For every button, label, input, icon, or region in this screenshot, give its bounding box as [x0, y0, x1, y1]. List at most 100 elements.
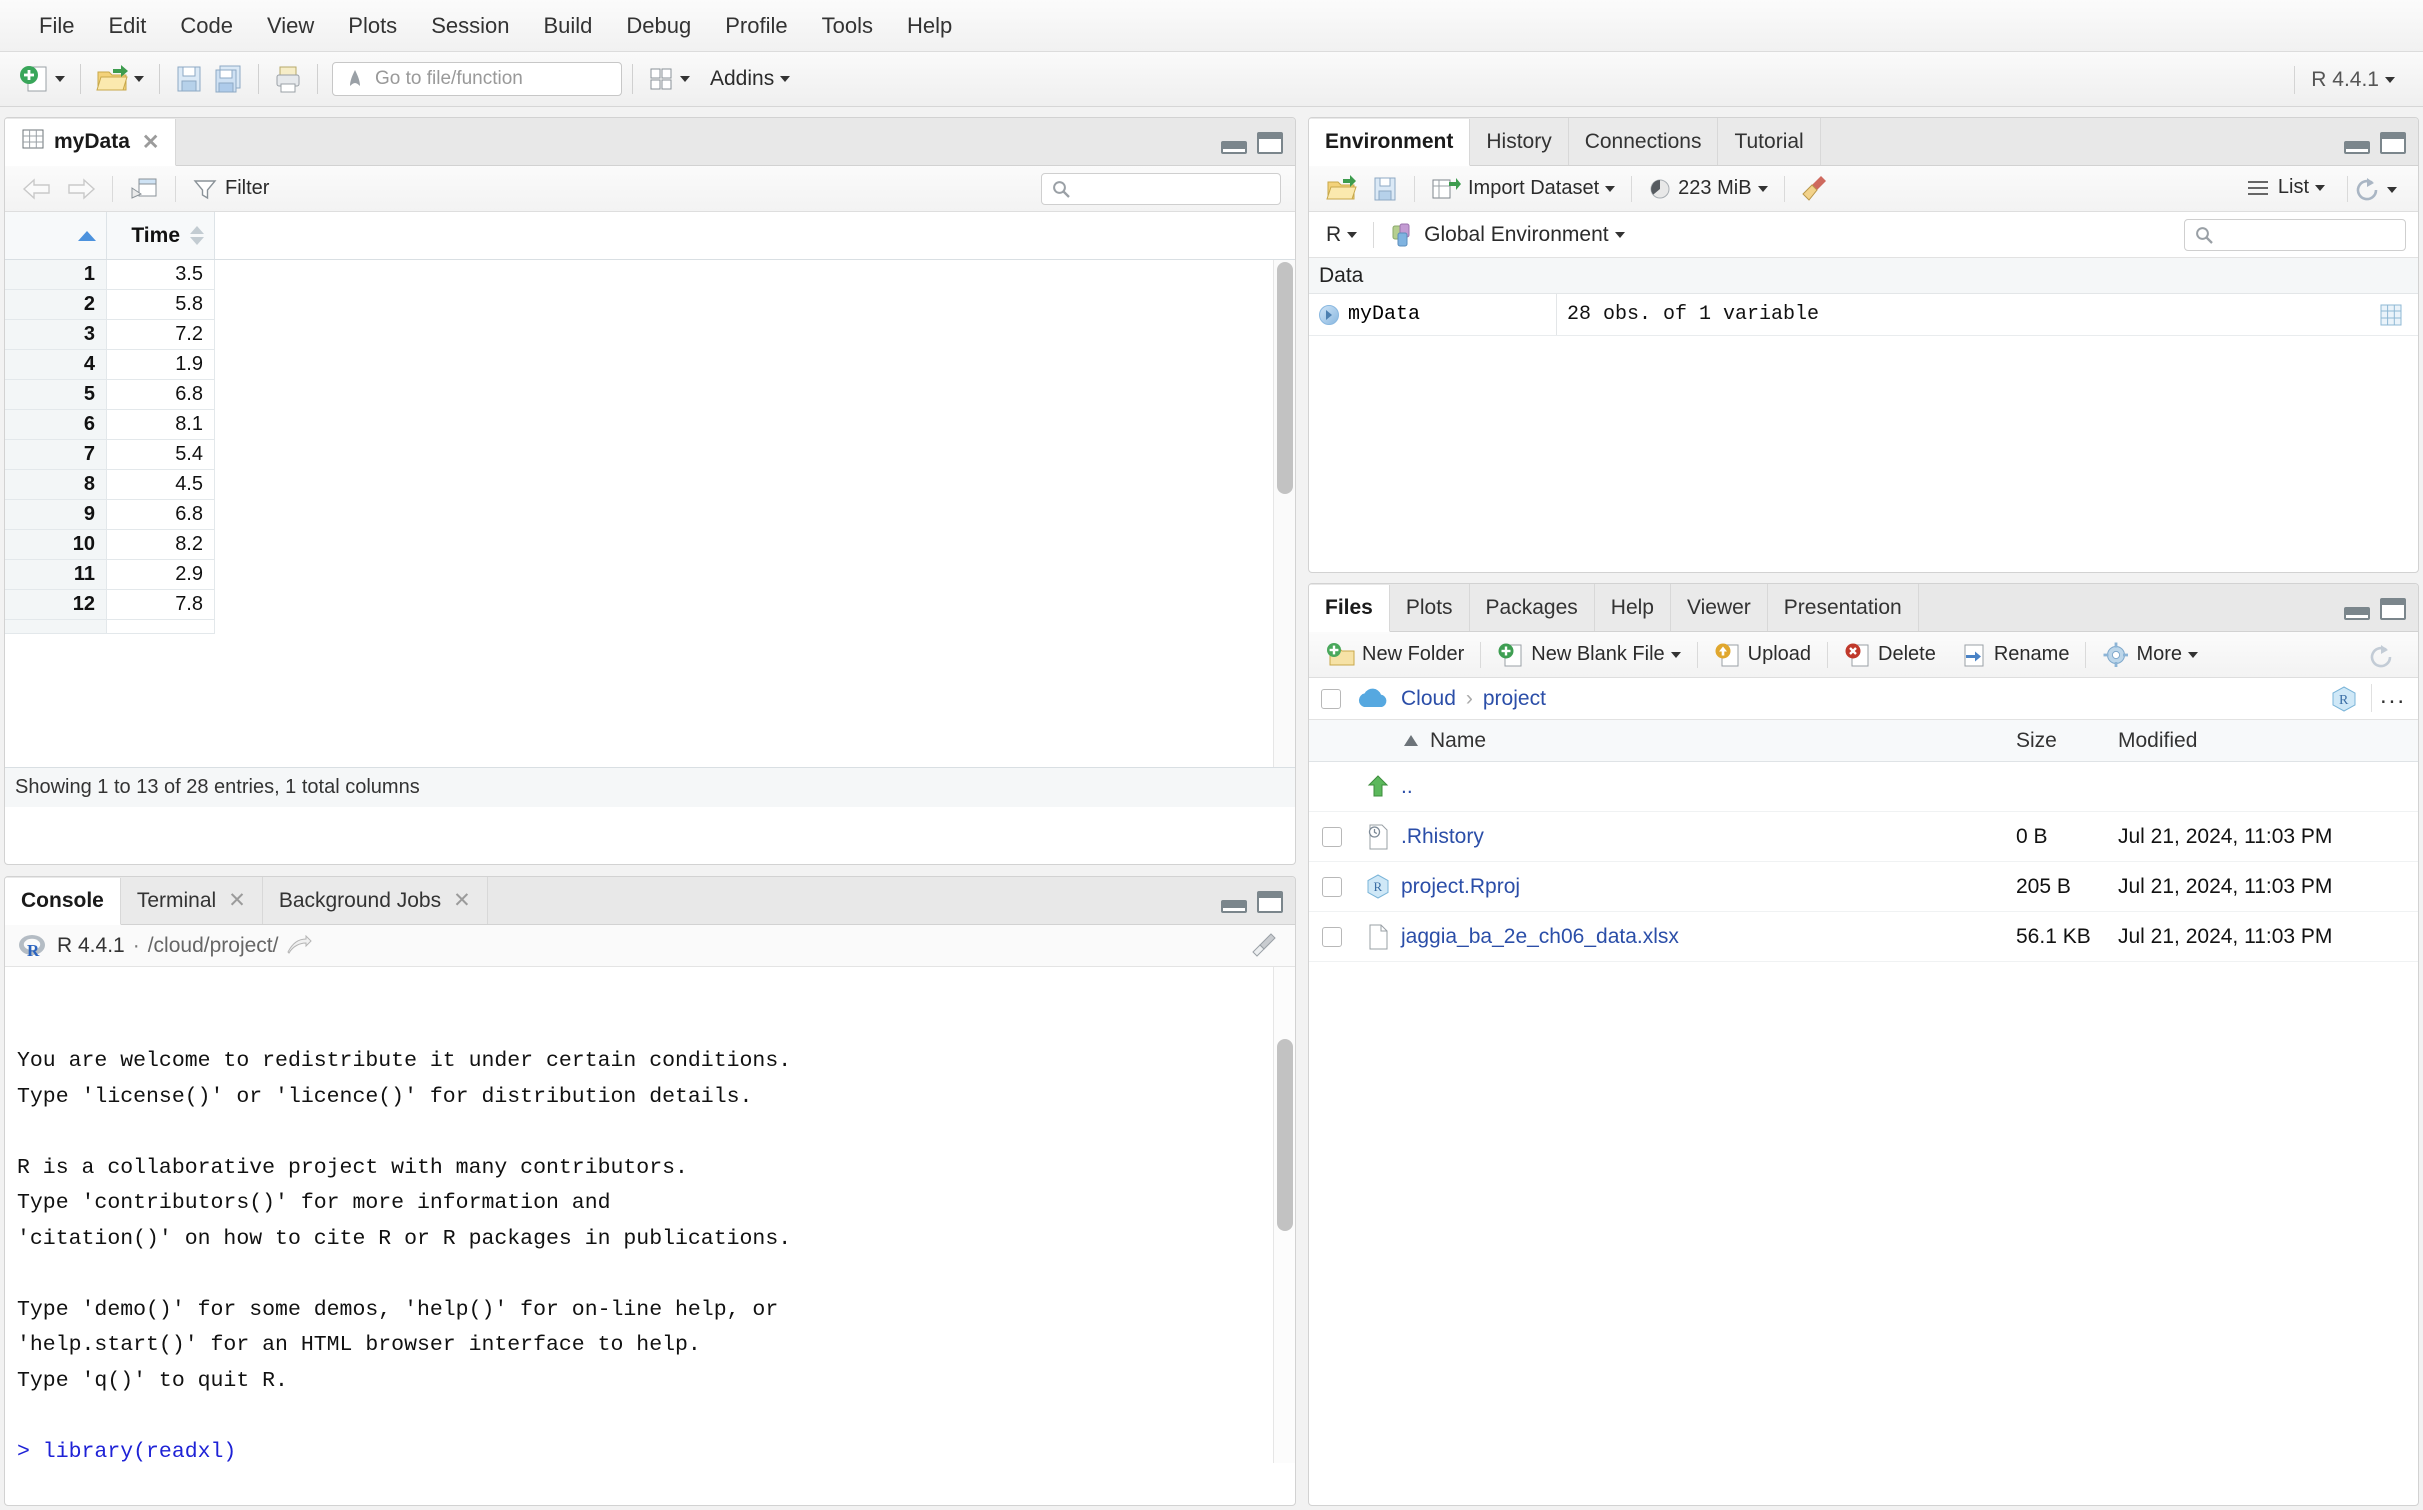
new-folder-button[interactable]: New Folder	[1319, 639, 1471, 671]
tab-history[interactable]: History	[1470, 118, 1569, 165]
breadcrumb-project[interactable]: project	[1483, 687, 1546, 711]
new-file-button[interactable]	[14, 60, 70, 98]
rename-button[interactable]: Rename	[1953, 639, 2077, 671]
menu-help[interactable]: Help	[890, 9, 969, 43]
header-rownum[interactable]	[5, 212, 107, 259]
files-header-name[interactable]: Name	[1401, 729, 2016, 753]
import-dataset-button[interactable]: Import Dataset	[1424, 173, 1622, 205]
table-row[interactable]: 8 4.5	[5, 470, 1295, 500]
maximize-icon[interactable]	[1257, 132, 1283, 154]
minimize-icon[interactable]	[1221, 900, 1247, 913]
forward-button[interactable]	[59, 176, 103, 202]
addins-button[interactable]: Addins	[695, 64, 795, 94]
back-button[interactable]	[15, 176, 59, 202]
tab-viewer[interactable]: Viewer	[1670, 584, 1768, 631]
table-row[interactable]: 10 8.2	[5, 530, 1295, 560]
file-row[interactable]: jaggia_ba_2e_ch06_data.xlsx 56.1 KB Jul 21…	[1309, 912, 2418, 962]
load-workspace-button[interactable]	[1319, 172, 1365, 206]
memory-usage-button[interactable]: 223 MiB	[1641, 175, 1774, 203]
tab-presentation[interactable]: Presentation	[1767, 584, 1919, 631]
clear-environment-button[interactable]	[1794, 172, 1838, 206]
tab-mydata[interactable]: myData ✕	[5, 119, 177, 166]
table-row[interactable]: 3 7.2	[5, 320, 1295, 350]
more-button[interactable]: More	[2095, 639, 2205, 671]
refresh-environment-button[interactable]	[2346, 174, 2404, 206]
print-button[interactable]	[269, 61, 307, 97]
menu-tools[interactable]: Tools	[805, 9, 890, 43]
data-viewer-scrollbar[interactable]	[1273, 260, 1295, 767]
import-caret[interactable]	[1605, 185, 1616, 192]
close-icon[interactable]: ✕	[228, 888, 246, 913]
menu-session[interactable]: Session	[414, 9, 526, 43]
language-caret[interactable]	[1347, 231, 1358, 238]
file-row[interactable]: .Rhistory 0 B Jul 21, 2024, 11:03 PM	[1309, 812, 2418, 862]
tab-help[interactable]: Help	[1594, 584, 1671, 631]
table-row[interactable]: 5 6.8	[5, 380, 1295, 410]
table-row[interactable]: 4 1.9	[5, 350, 1295, 380]
data-viewer-search-input[interactable]	[1041, 173, 1281, 205]
file-row[interactable]: Rproject.Rproj 205 B Jul 21, 2024, 11:03 P…	[1309, 862, 2418, 912]
more-caret[interactable]	[2188, 651, 2199, 658]
tab-connections[interactable]: Connections	[1568, 118, 1719, 165]
file-checkbox[interactable]	[1322, 876, 1342, 897]
open-file-button[interactable]	[91, 60, 149, 98]
environment-search-input[interactable]	[2184, 219, 2406, 251]
table-row[interactable]: 6 8.1	[5, 410, 1295, 440]
file-checkbox[interactable]	[1322, 826, 1342, 847]
minimize-icon[interactable]	[1221, 141, 1247, 154]
table-row[interactable]: 9 6.8	[5, 500, 1295, 530]
view-mode-button[interactable]: List	[2238, 174, 2332, 201]
environment-object-row[interactable]: myData 28 obs. of 1 variable	[1309, 294, 2418, 336]
expand-object-icon[interactable]	[1319, 304, 1339, 325]
view-dataframe-button[interactable]	[2364, 302, 2418, 328]
maximize-icon[interactable]	[1257, 891, 1283, 913]
tab-console[interactable]: Console	[5, 878, 121, 925]
save-button[interactable]	[170, 61, 208, 97]
workspace-panes-button[interactable]	[643, 63, 695, 95]
table-row[interactable]: 1 3.5	[5, 260, 1295, 290]
menu-plots[interactable]: Plots	[331, 9, 414, 43]
maximize-icon[interactable]	[2380, 132, 2406, 154]
save-workspace-button[interactable]	[1365, 173, 1405, 205]
file-name-link[interactable]: .Rhistory	[1401, 825, 2016, 849]
new-blank-file-button[interactable]: New Blank File	[1490, 639, 1687, 671]
tab-files[interactable]: Files	[1309, 585, 1390, 632]
refresh-files-button[interactable]	[2360, 641, 2402, 673]
file-name-link[interactable]: jaggia_ba_2e_ch06_data.xlsx	[1401, 925, 2016, 949]
file-checkbox[interactable]	[1322, 926, 1342, 947]
menu-code[interactable]: Code	[163, 9, 250, 43]
view-in-pane-icon[interactable]	[286, 934, 313, 957]
console-scrollbar[interactable]	[1273, 967, 1295, 1463]
tab-packages[interactable]: Packages	[1469, 584, 1595, 631]
filter-button[interactable]: Filter	[185, 175, 276, 203]
new-blank-file-caret[interactable]	[1670, 651, 1681, 658]
files-header-size[interactable]: Size	[2016, 729, 2118, 753]
global-environment-selector[interactable]: Global Environment	[1383, 220, 1631, 250]
goto-file-function-input[interactable]: Go to file/function	[332, 62, 622, 96]
console-output[interactable]: You are welcome to redistribute it under…	[5, 967, 1295, 1463]
addins-caret[interactable]	[780, 76, 791, 82]
tab-environment[interactable]: Environment	[1309, 119, 1471, 166]
menu-build[interactable]: Build	[526, 9, 609, 43]
parent-dir-link[interactable]: ..	[1401, 775, 2016, 799]
data-viewer-scroll-thumb[interactable]	[1277, 262, 1293, 494]
environment-object-name-cell[interactable]: myData	[1309, 294, 1557, 335]
minimize-icon[interactable]	[2344, 141, 2370, 154]
header-time[interactable]: Time	[107, 212, 215, 259]
language-selector[interactable]: R	[1319, 221, 1364, 249]
table-row[interactable]: 12 7.8	[5, 590, 1295, 620]
tab-tutorial[interactable]: Tutorial	[1718, 118, 1821, 165]
delete-button[interactable]: Delete	[1837, 639, 1943, 671]
breadcrumb-cloud[interactable]: Cloud	[1401, 687, 1456, 711]
menu-view[interactable]: View	[250, 9, 331, 43]
tab-terminal[interactable]: Terminal ✕	[120, 877, 263, 924]
select-all-checkbox[interactable]	[1321, 688, 1341, 709]
popout-button[interactable]	[122, 174, 166, 204]
memory-caret[interactable]	[1757, 185, 1768, 192]
open-file-caret[interactable]	[134, 76, 144, 82]
upload-button[interactable]: Upload	[1707, 639, 1818, 671]
menu-edit[interactable]: Edit	[91, 9, 163, 43]
close-icon[interactable]: ✕	[453, 888, 471, 913]
r-version-caret[interactable]	[2385, 76, 2395, 83]
files-parent-row[interactable]: ..	[1309, 762, 2418, 812]
